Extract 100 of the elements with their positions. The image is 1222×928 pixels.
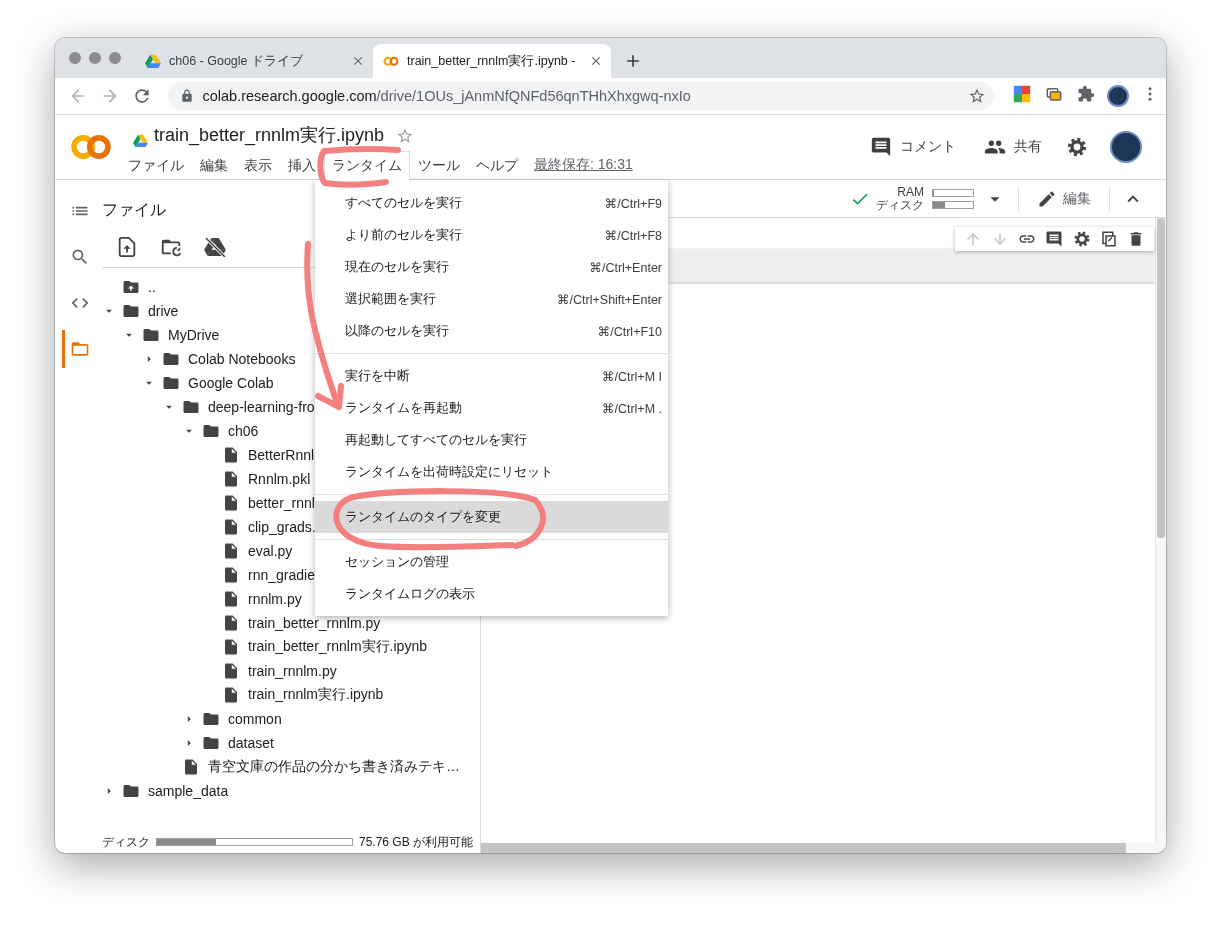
file-icon [182, 758, 200, 776]
keyboard-shortcut: ⌘/Ctrl+F10 [597, 323, 662, 339]
comment-button[interactable]: コメント [860, 130, 966, 164]
share-button[interactable]: 共有 [974, 130, 1052, 164]
folder-icon [202, 710, 220, 728]
menu-item[interactable]: 現在のセルを実行 ⌘/Ctrl+Enter [315, 251, 668, 283]
folder-name[interactable]: dataset [228, 735, 274, 751]
file-name[interactable]: Rnnlm.pkl [248, 471, 311, 487]
file-name[interactable]: rnn_gradie [248, 567, 315, 583]
folder-icon [202, 734, 220, 752]
file-icon [222, 446, 240, 464]
file-name[interactable]: train_better_rnnlm実行.ipynb [248, 638, 427, 656]
menu-item[interactable]: ランタイムを出荷時設定にリセット [315, 456, 668, 488]
drive-logo-icon [133, 133, 148, 148]
file-name[interactable]: train_rnnlm.py [248, 663, 337, 679]
drive-off-icon[interactable] [204, 237, 226, 257]
file-icon [222, 638, 240, 656]
window-button[interactable] [109, 52, 121, 64]
menu-item[interactable]: 挿入 [280, 151, 324, 179]
keyboard-shortcut: ⌘/Ctrl+M I [601, 368, 662, 384]
profile-avatar[interactable] [1110, 131, 1142, 163]
keyboard-shortcut: ⌘/Ctrl+M . [601, 400, 662, 416]
menu-item[interactable]: 以降のセルを実行 ⌘/Ctrl+F10 [315, 315, 668, 347]
lock-icon [180, 89, 195, 103]
menu-item[interactable]: セッションの管理 [315, 546, 668, 578]
profile-avatar[interactable] [1107, 85, 1129, 107]
menu-item[interactable]: すべてのセルを実行 ⌘/Ctrl+F9 [315, 187, 668, 219]
extensions-icon[interactable] [1077, 85, 1095, 103]
extension-icon[interactable] [1013, 85, 1031, 103]
folder-icon [142, 326, 160, 344]
folder-icon [162, 374, 180, 392]
file-name[interactable]: better_rnnl [248, 495, 315, 511]
menu-item[interactable]: ファイル [120, 151, 192, 179]
menu-item[interactable]: 実行を中断 ⌘/Ctrl+M I [315, 360, 668, 392]
folder-icon [162, 350, 180, 368]
close-icon[interactable] [351, 54, 365, 68]
file-name[interactable]: 青空文庫の作品の分かち書き済みテキ… [208, 758, 460, 776]
window-button[interactable] [89, 52, 101, 64]
folder-name[interactable]: Colab Notebooks [188, 351, 296, 367]
file-name[interactable]: train_rnnlm実行.ipynb [248, 686, 384, 704]
parent-folder-link[interactable]: .. [148, 279, 156, 295]
file-icon [222, 662, 240, 680]
settings-icon[interactable] [1072, 230, 1091, 248]
menu-item[interactable]: より前のセルを実行 ⌘/Ctrl+F8 [315, 219, 668, 251]
menu-item[interactable]: 表示 [236, 151, 280, 179]
file-icon [222, 614, 240, 632]
file-name[interactable]: rnnlm.py [248, 591, 302, 607]
comment-icon[interactable] [1045, 230, 1064, 248]
star-icon[interactable] [396, 127, 415, 146]
file-icon [222, 494, 240, 512]
menu-item[interactable]: 再起動してすべてのセルを実行 [315, 424, 668, 456]
folder-name[interactable]: common [228, 711, 282, 727]
address-field[interactable]: colab.research.google.com/drive/1OUs_jAnmNfQNFd56qnTHhXhxgwq-nxIo [168, 82, 994, 110]
close-icon[interactable] [589, 54, 603, 68]
star-icon[interactable] [968, 87, 986, 105]
folder-name[interactable]: MyDrive [168, 327, 220, 343]
menu-item[interactable]: 選択範囲を実行 ⌘/Ctrl+Shift+Enter [315, 283, 668, 315]
menu-item[interactable]: ヘルプ [468, 151, 526, 179]
edit-button[interactable]: 編集 [1031, 184, 1097, 213]
keyboard-shortcut: ⌘/Ctrl+Shift+Enter [557, 291, 662, 307]
folder-name[interactable]: sample_data [148, 783, 229, 799]
folder-icon [69, 339, 90, 359]
browser-tab[interactable]: ch06 - Google ドライブ [135, 44, 373, 78]
menu-item[interactable]: ランタイムを再起動 ⌘/Ctrl+M . [315, 392, 668, 424]
mirror-cell-icon[interactable] [1100, 230, 1119, 248]
file-name[interactable]: BetterRnnl [248, 447, 315, 463]
folder-name[interactable]: deep-learning-fro [208, 399, 315, 415]
folder-name[interactable]: Google Colab [188, 375, 274, 391]
drive-logo-icon [145, 53, 161, 69]
menu-item[interactable]: ツール [410, 151, 468, 179]
menu-item[interactable]: ランタイムログの表示 [315, 578, 668, 610]
menu-item[interactable]: ランタイムのタイプを変更 [315, 501, 668, 533]
file-name[interactable]: eval.py [248, 543, 293, 559]
meter-label: ディスク [876, 198, 924, 212]
folder-name[interactable]: ch06 [228, 423, 259, 439]
upload-file-icon[interactable] [116, 236, 138, 258]
disk-label: ディスク [102, 833, 150, 851]
folder-icon [122, 302, 140, 320]
comment-icon [870, 136, 892, 158]
file-icon [222, 590, 240, 608]
meter-label: RAM [897, 185, 924, 199]
file-icon [222, 686, 240, 704]
notebook-title[interactable]: train_better_rnnlm実行.ipynb [154, 123, 385, 148]
menu-item[interactable]: ランタイム [324, 151, 410, 180]
disk-free-text: 75.76 GB が利用可能 [359, 833, 474, 851]
window-button[interactable] [69, 52, 81, 64]
menu-item[interactable]: 編集 [192, 151, 236, 179]
folder-up-icon [122, 278, 140, 296]
panel-title: ファイル [102, 199, 166, 220]
scrollbar[interactable] [481, 843, 1126, 853]
folder-icon [122, 782, 140, 800]
browser-tab[interactable]: train_better_rnnlm実行.ipynb - [373, 44, 611, 78]
file-name[interactable]: train_better_rnnlm.py [248, 615, 381, 631]
scrollbar[interactable] [1157, 218, 1165, 538]
settings-icon[interactable] [1066, 136, 1088, 158]
last-saved-link[interactable]: 最終保存: 16:31 [534, 156, 633, 175]
folder-name[interactable]: drive [148, 303, 179, 319]
file-icon [222, 518, 240, 536]
file-name[interactable]: clip_grads. [248, 519, 316, 535]
extension-icon[interactable] [1045, 85, 1063, 103]
